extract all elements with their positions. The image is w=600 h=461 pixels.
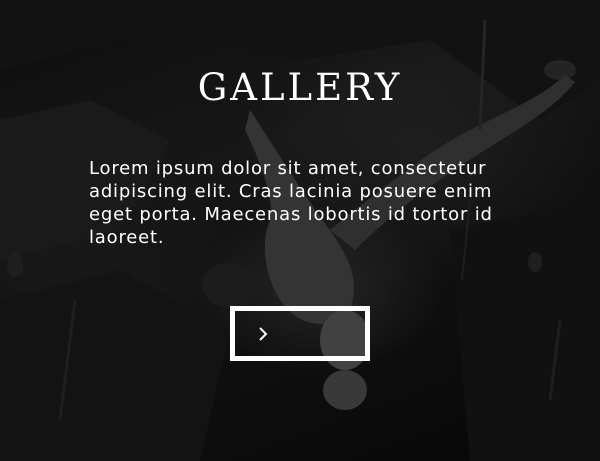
page-title: GALLERY [197,66,403,109]
next-button[interactable] [230,306,370,361]
chevron-right-icon [259,327,268,341]
hero-section: GALLERY Lorem ipsum dolor sit amet, cons… [0,0,600,461]
hero-description: Lorem ipsum dolor sit amet, consectetur … [89,158,493,248]
